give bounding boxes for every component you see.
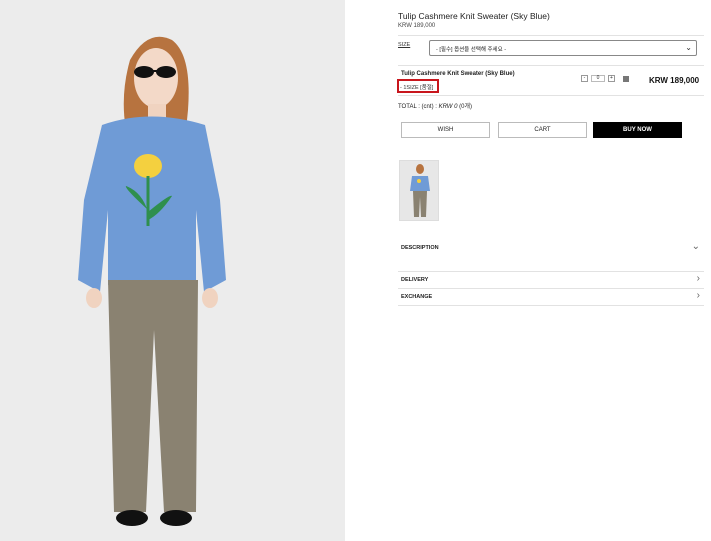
exchange-toggle[interactable]: EXCHANGE › (398, 289, 704, 305)
product-price: KRW 189,000 (398, 23, 436, 29)
remove-option-icon[interactable] (623, 75, 629, 82)
size-label: SIZE (398, 42, 411, 48)
divider (398, 305, 704, 306)
wish-button[interactable]: WISH (401, 122, 490, 138)
selected-option-name: Tulip Cashmere Knit Sweater (Sky Blue) (401, 71, 515, 77)
model-illustration (0, 0, 345, 541)
total-label: TOTAL : (cnt) : (398, 104, 437, 110)
description-label: DESCRIPTION (401, 245, 439, 251)
divider (398, 65, 704, 66)
selected-option-size: - 1SIZE [품절] (400, 85, 434, 91)
description-toggle[interactable]: DESCRIPTION ⌄ (398, 240, 704, 256)
product-title: Tulip Cashmere Knit Sweater (Sky Blue) (398, 11, 550, 21)
product-thumbnail[interactable] (399, 160, 439, 221)
total-summary: TOTAL : (cnt) : KRW 0 (0개) (398, 101, 472, 110)
quantity-decrease-button[interactable]: - (581, 75, 588, 82)
delivery-toggle[interactable]: DELIVERY › (398, 272, 704, 288)
size-select-value: - [필수] 옵션을 선택해 주세요 - (436, 47, 507, 53)
chevron-right-icon: › (696, 273, 700, 284)
cart-button[interactable]: CART (498, 122, 587, 138)
delivery-label: DELIVERY (401, 277, 429, 283)
quantity-stepper: - 0 + (581, 75, 629, 82)
quantity-input[interactable]: 0 (591, 75, 605, 82)
thumbnail-illustration (400, 161, 438, 220)
quantity-increase-button[interactable]: + (608, 75, 615, 82)
total-amount: KRW 0 (438, 104, 458, 110)
product-info-panel: Tulip Cashmere Knit Sweater (Sky Blue) K… (397, 0, 704, 541)
product-main-image (0, 0, 345, 541)
chevron-down-icon: ⌄ (685, 43, 692, 52)
size-select[interactable]: - [필수] 옵션을 선택해 주세요 - ⌄ (429, 40, 697, 56)
buy-now-button[interactable]: BUY NOW (593, 122, 682, 138)
divider (398, 35, 704, 36)
chevron-right-icon: › (696, 290, 700, 301)
selected-option-price: KRW 189,000 (649, 76, 700, 85)
divider (398, 95, 704, 96)
total-count: (0개) (459, 104, 473, 110)
chevron-down-icon: ⌄ (691, 241, 700, 252)
exchange-label: EXCHANGE (401, 294, 433, 300)
